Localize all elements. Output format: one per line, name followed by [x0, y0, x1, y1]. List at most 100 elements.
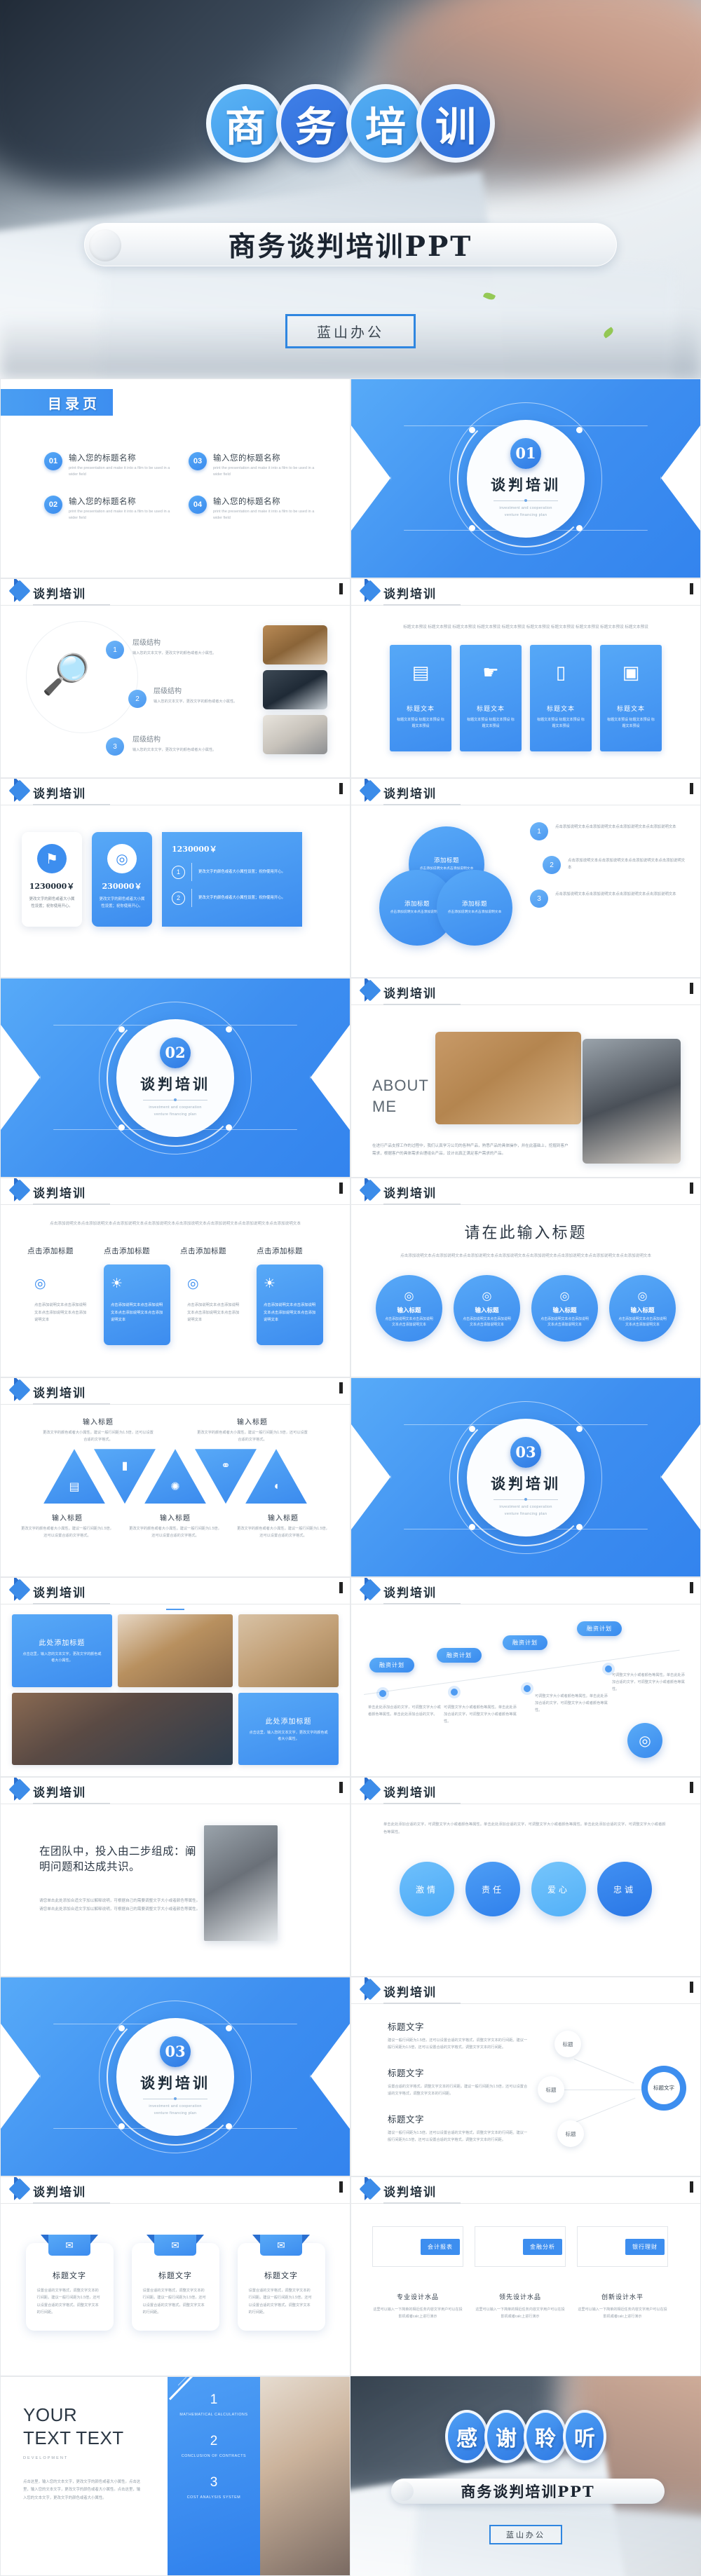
slide-triangles[interactable]: 谈判培训 输入标题 更改文字的颜色或者大小属性。建议一般行间距为1.5倍，还可以设…	[0, 1377, 350, 1577]
mindmap-node[interactable]: 标题	[557, 2120, 584, 2147]
slide-finance[interactable]: 谈判培训 会计报表 专业设计水品 这里可以输入一下简单的相近任务内容文字用户可以在…	[350, 2176, 701, 2376]
mosaic-text-tile[interactable]: 此处添加标题 点击这里，输入您的文本文字，更改文字的颜色或者大小属性。	[12, 1614, 112, 1687]
triangle-shape[interactable]: ◖	[245, 1449, 307, 1504]
mosaic-text-tile[interactable]: 此处添加标题 点击这里，输入您的文本文字，更改文字的颜色或者大小属性。	[238, 1692, 339, 1765]
slide-thank-you[interactable]: 感 谢 聆 听 商务谈判培训PPT 蓝山办公	[350, 2376, 701, 2576]
circle-card[interactable]: ◎ 输入标题 点击添加说明文本点击添加说明文本点击添加说明文本	[376, 1275, 442, 1342]
venn-list-row: 2 点击添加说明文本点击添加说明文本点击添加说明文本点击添加说明文本	[543, 856, 688, 874]
your-text-image	[260, 2377, 350, 2575]
envelope-card[interactable]: ✉ 标题文字 设置合适的文字格式，调整文字文本的行间距。建议一般行间距为1.5倍，还…	[237, 2235, 325, 2331]
catalog-item-desc: print the presentation and make it into …	[69, 466, 170, 477]
finance-tag[interactable]: 会计报表	[421, 2238, 460, 2255]
money-panel-row: 2 更改文字的颜色或者大小属性设置；祝你使用开心。	[172, 889, 292, 907]
about-line-2: ME	[372, 1097, 397, 1115]
feature-card[interactable]: ▤ 标题文本 标题文本预设 标题文本预设 标题文本预设	[390, 645, 451, 752]
triangle-shape[interactable]: ▮	[94, 1449, 156, 1504]
slide-mosaic[interactable]: 谈判培训 此处添加标题 点击这里，输入您的文本文字，更改文字的颜色或者大小属性。 …	[0, 1577, 350, 1777]
feature-card[interactable]: ☛ 标题文本 标题文本预设 标题文本预设 标题文本预设	[460, 645, 522, 752]
mindmap-block-title: 标题文字	[388, 2022, 425, 2032]
circle-card[interactable]: ◎ 输入标题 点击添加说明文本点击添加说明文本点击添加说明文本	[531, 1275, 598, 1342]
hierarchy-title: 层级结构	[154, 688, 182, 695]
alt-card[interactable]: 点击添加标题 ☀ 点击添加说明文本点击添加说明文本点击添加说明文本点击添加说明文本	[257, 1246, 323, 1346]
triangle-shape[interactable]: ✺	[144, 1449, 206, 1504]
catalog-item[interactable]: 04 输入您的标题名称 print the presentation and m…	[189, 495, 318, 522]
slide-four-cards[interactable]: 谈判培训 标题文本预设 标题文本预设 标题文本预设 标题文本预设 标题文本预设 …	[350, 578, 701, 778]
value-circle[interactable]: 激情	[400, 1862, 454, 1917]
feature-card[interactable]: ▣ 标题文本 标题文本预设 标题文本预设 标题文本预设	[600, 645, 662, 752]
timeline-pill[interactable]: 融资计划	[577, 1621, 622, 1636]
ring-dot	[118, 1026, 125, 1033]
circle-desc: 点击添加说明文本点击添加说明文本点击添加说明文本	[540, 1317, 589, 1327]
finance-desc: 这里可以输入一下简单的相近任务内容文字用户可以在投影机或者calc上进行演示	[373, 2308, 463, 2319]
slide-section-03[interactable]: 03 谈判培训 investment and cooperation ventu…	[350, 1377, 701, 1577]
catalog-item[interactable]: 03 输入您的标题名称 print the presentation and m…	[189, 452, 318, 479]
circle-card[interactable]: ◎ 输入标题 点击添加说明文本点击添加说明文本点击添加说明文本	[454, 1275, 520, 1342]
thanks-char-3: 聆	[524, 2410, 567, 2463]
slide-alt-cards[interactable]: 谈判培训 点击添加说明文本点击添加说明文本点击添加说明文本点击添加说明文本点击添…	[0, 1178, 350, 1377]
timeline-pill[interactable]: 融资计划	[437, 1648, 482, 1663]
slide-timeline[interactable]: 谈判培训 融资计划 融资计划 融资计划 融资计划 单击此处添加合适的文字，可调整…	[350, 1577, 701, 1777]
mosaic-title: 此处添加标题	[265, 1717, 312, 1726]
hierarchy-desc: 输入您的文本文字，更改文字的颜色或者大小属性。	[132, 651, 217, 655]
mindmap-node[interactable]: 标题	[538, 2076, 564, 2103]
envelope-card[interactable]: ✉ 标题文字 设置合适的文字格式，调整文字文本的行间距。建议一般行间距为1.5倍，还…	[131, 2235, 219, 2331]
slide-header: 谈判培训	[351, 1778, 700, 1804]
circle-card[interactable]: ◎ 输入标题 点击添加说明文本点击添加说明文本点击添加说明文本	[609, 1275, 676, 1342]
feature-card[interactable]: ▯ 标题文本 标题文本预设 标题文本预设 标题文本预设	[530, 645, 592, 752]
finance-tag[interactable]: 银行理财	[625, 2238, 665, 2255]
money-card-blue[interactable]: ◎ 230000￥ 更改文字的颜色或者大小属性设置；祝你使用开心。	[92, 832, 152, 927]
row-text: 更改文字的颜色或者大小属性设置；祝你使用开心。	[198, 895, 285, 900]
mosaic-image-bag	[117, 1614, 233, 1687]
alt-card[interactable]: 点击添加标题 ◎ 点击添加说明文本点击添加说明文本点击添加说明文本点击添加说明文本	[180, 1246, 247, 1345]
step-item[interactable]: 2 CONCLUSION OF CONTRACTS	[168, 2434, 260, 2460]
venn-circle[interactable]: 添加标题 点击添加说明文本点击添加说明文本	[437, 870, 512, 946]
slide-cover[interactable]: 商 务 培 训 商务谈判培训PPT 蓝山办公	[0, 0, 701, 379]
money-card-white[interactable]: ⚑ 1230000￥ 更改文字的颜色或者大小属性设置；祝你使用开心。	[22, 832, 82, 927]
finance-title: 专业设计水品	[396, 2294, 439, 2301]
slide-section-02[interactable]: 02 谈判培训 investment and cooperation ventu…	[0, 978, 350, 1178]
timeline-desc: 可调整文字大小或者颜色等属性。单击此处添加合适的文字，可调整文字大小或者颜色等属…	[612, 1673, 685, 1692]
mindmap-center-node[interactable]: 标题 文字	[641, 2066, 686, 2111]
slide-hierarchy[interactable]: 谈判培训 🔎 1 层级结构 输入您的文本文字，更改文字的颜色或者大小属性。 2 层…	[0, 578, 350, 778]
alt-card-title: 点击添加标题	[27, 1247, 74, 1256]
row-text: 更改文字的颜色或者大小属性设置；祝你使用开心。	[198, 869, 285, 874]
value-circle[interactable]: 忠诚	[597, 1862, 652, 1917]
slide-your-text[interactable]: YOUR TEXT TEXT DEVELOPMENT 点击这里，输入您的文本文字…	[0, 2376, 350, 2576]
money-panel[interactable]: 1230000￥ 1 更改文字的颜色或者大小属性设置；祝你使用开心。 2 更改文字的…	[162, 832, 302, 927]
slide-two-step[interactable]: 谈判培训 在团队中，投入由二步组成：阐明问题和达成共识。 请您单击此处添加合适文…	[0, 1777, 350, 1977]
value-circle[interactable]: 责任	[465, 1862, 520, 1917]
value-circle[interactable]: 爱心	[531, 1862, 586, 1917]
slide-header: 谈判培训	[351, 979, 700, 1005]
slide-about-me[interactable]: 谈判培训 ABOUT ME 在进行产品支撑工作的过程中，我们认真学习公司的各种产…	[350, 978, 701, 1178]
alt-card[interactable]: 点击添加标题 ◎ 点击添加说明文本点击添加说明文本点击添加说明文本点击添加说明文本	[27, 1246, 94, 1345]
step-item[interactable]: 3 COST ANALYSIS SYSTEM	[168, 2475, 260, 2501]
subtitle-knob-decor	[89, 229, 121, 261]
slide-section-03-repeat[interactable]: 03 谈判培训 investment and cooperation ventu…	[0, 1977, 350, 2176]
slide-section-01[interactable]: 01 谈判培训 investment and cooperation ventu…	[350, 379, 701, 578]
mosaic-desc: 点击这里，输入您的文本文字，更改文字的颜色或者大小属性。	[22, 1652, 102, 1663]
slide-money-cards[interactable]: 谈判培训 ⚑ 1230000￥ 更改文字的颜色或者大小属性设置；祝你使用开心。 …	[0, 778, 350, 978]
slide-mindmap[interactable]: 谈判培训 标题文字 建议一般行间距为1.5倍，还可以设置合适的文字格式，调整文字…	[350, 1977, 701, 2176]
envelope-card[interactable]: ✉ 标题文字 设置合适的文字格式，调整文字文本的行间距。建议一般行间距为1.5倍，还…	[25, 2235, 114, 2331]
slide-title-circles[interactable]: 谈判培训 请在此输入标题 点击添加说明文本点击添加说明文本点击添加说明文本点击添…	[350, 1178, 701, 1377]
cover-title-char-1: 商	[206, 84, 285, 163]
slide-values[interactable]: 谈判培训 单击此处添加合适的文字，可调整文字大小或者颜色等属性。单击此处添加合适…	[350, 1777, 701, 1977]
mindmap-node[interactable]: 标题	[554, 2031, 581, 2057]
slide-catalog[interactable]: 目录页 01 输入您的标题名称 print the presentation a…	[0, 379, 350, 578]
alt-card-desc: 点击添加说明文本点击添加说明文本点击添加说明文本点击添加说明文本	[111, 1303, 163, 1322]
catalog-item[interactable]: 01 输入您的标题名称 print the presentation and m…	[44, 452, 173, 479]
finance-tag[interactable]: 金融分析	[523, 2238, 562, 2255]
triangle-shape[interactable]: ⚭	[195, 1449, 257, 1504]
alt-card[interactable]: 点击添加标题 ☀ 点击添加说明文本点击添加说明文本点击添加说明文本点击添加说明文本	[104, 1246, 170, 1346]
step-item[interactable]: 1 MATHEMATICAL CALCULATIONS	[168, 2392, 260, 2418]
center-line-1: 标题	[653, 2085, 664, 2092]
catalog-item[interactable]: 02 输入您的标题名称 print the presentation and m…	[44, 495, 173, 522]
timeline-pill[interactable]: 融资计划	[503, 1635, 547, 1650]
timeline-pill[interactable]: 融资计划	[369, 1658, 414, 1672]
slide-envelope-cards[interactable]: 谈判培训 ✉ 标题文字 设置合适的文字格式，调整文字文本的行间距。建议一般行间距为1…	[0, 2176, 350, 2376]
thanks-subtitle-bar: 商务谈判培训PPT	[391, 2479, 665, 2504]
your-text-desc: 点击这里，输入您的文本文字，更改文字的颜色或者大小属性。点击这里，输入您的文本文…	[23, 2480, 141, 2500]
envelope-card-title: 标题文字	[53, 2272, 86, 2280]
slide-venn[interactable]: 谈判培训 添加标题 点击添加说明文本点击添加说明文本 添加标题 点击添加说明文本点击…	[350, 778, 701, 978]
triangle-shape[interactable]: ▤	[43, 1449, 105, 1504]
